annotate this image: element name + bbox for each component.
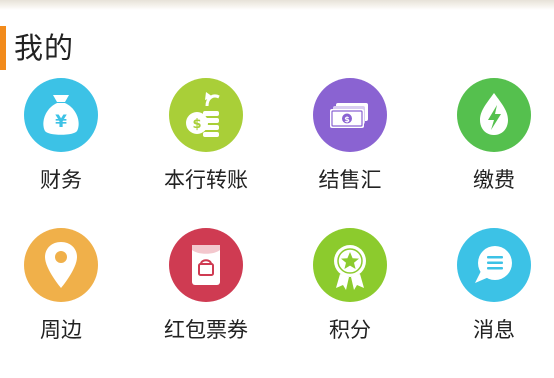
- menu-item-coupons[interactable]: 红包票券: [146, 228, 266, 344]
- menu-item-points[interactable]: 积分: [290, 228, 410, 344]
- lightning-drop-icon: [457, 78, 531, 152]
- coin-transfer-icon: $: [169, 78, 243, 152]
- menu-item-label: 财务: [40, 168, 82, 192]
- money-bag-icon: ¥: [24, 78, 98, 152]
- menu-item-messages[interactable]: 消息: [434, 228, 554, 344]
- red-envelope-icon: [169, 228, 243, 302]
- function-grid: ¥ 财务 $ 本行转账 $ 结售汇 缴费 周边 红包票券 积分 消息: [0, 78, 554, 378]
- svg-text:¥: ¥: [55, 112, 67, 132]
- section-title: 我的: [14, 31, 75, 65]
- message-bubble-icon: [457, 228, 531, 302]
- menu-item-transfer[interactable]: $ 本行转账: [146, 78, 266, 194]
- menu-item-nearby[interactable]: 周边: [1, 228, 121, 344]
- menu-item-label: 红包票券: [164, 318, 248, 342]
- svg-text:$: $: [192, 117, 201, 132]
- banknotes-icon: $: [313, 78, 387, 152]
- menu-item-label: 积分: [329, 318, 371, 342]
- menu-item-exchange[interactable]: $ 结售汇: [290, 78, 410, 194]
- menu-item-finance[interactable]: ¥ 财务: [1, 78, 121, 194]
- menu-item-label: 周边: [40, 318, 82, 342]
- menu-item-label: 本行转账: [164, 168, 248, 192]
- menu-item-label: 结售汇: [318, 168, 382, 192]
- menu-item-payment[interactable]: 缴费: [434, 78, 554, 194]
- top-strip: [0, 0, 554, 10]
- menu-item-label: 消息: [473, 318, 515, 342]
- location-pin-icon: [24, 228, 98, 302]
- accent-bar: [0, 26, 6, 70]
- svg-text:$: $: [344, 115, 350, 124]
- star-medal-icon: [313, 228, 387, 302]
- grid-row-1: ¥ 财务 $ 本行转账 $ 结售汇 缴费: [0, 78, 554, 228]
- menu-item-label: 缴费: [473, 168, 515, 192]
- grid-row-2: 周边 红包票券 积分 消息: [0, 228, 554, 378]
- section-header: 我的: [0, 26, 74, 70]
